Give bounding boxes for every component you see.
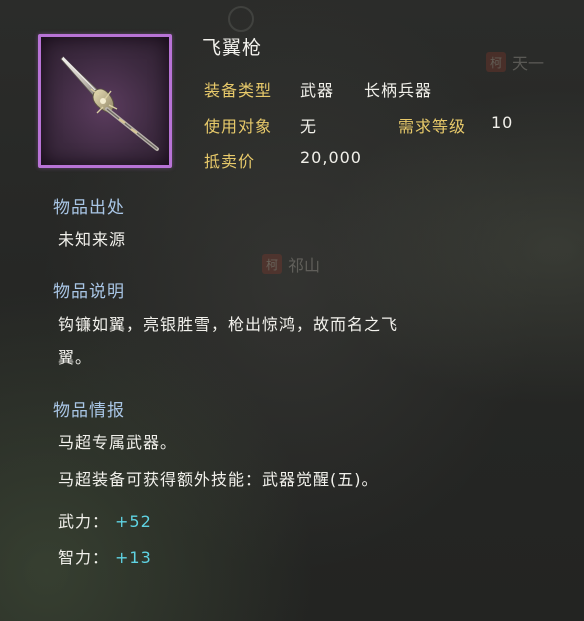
description-line-2: 翼。	[58, 348, 93, 367]
equip-type-label: 装备类型	[204, 81, 273, 100]
item-name: 飞翼枪	[202, 37, 263, 59]
price-label: 抵卖价	[204, 152, 256, 171]
description-title: 物品说明	[53, 282, 125, 302]
level-label: 需求等级	[398, 117, 467, 136]
stat-value: +52	[115, 512, 152, 531]
stat-row-force: 武力： +52	[58, 508, 152, 532]
map-marker-tianyi: 柯 天一	[486, 50, 544, 74]
origin-title: 物品出处	[53, 198, 125, 218]
stat-row-intelligence: 智力： +13	[58, 544, 152, 568]
info-line-2: 马超装备可获得额外技能：武器觉醒(五)。	[58, 470, 379, 489]
item-icon-frame	[38, 34, 172, 168]
info-line-1: 马超专属武器。	[58, 433, 178, 452]
map-seal-icon: 柯	[262, 254, 282, 274]
origin-text: 未知来源	[58, 230, 127, 249]
spear-icon	[60, 56, 159, 151]
user-label: 使用对象	[204, 117, 273, 136]
stat-label: 武力：	[58, 512, 110, 531]
map-marker-label: 天一	[512, 54, 545, 73]
user-value: 无	[300, 117, 318, 136]
map-marker-label: 祁山	[288, 256, 321, 275]
info-title: 物品情报	[53, 401, 125, 421]
price-value: 20,000	[300, 148, 362, 167]
stat-value: +13	[115, 548, 152, 567]
map-marker-qishan: 柯 祁山	[262, 252, 320, 276]
background-emblem	[228, 6, 254, 32]
stat-label: 智力：	[58, 548, 110, 567]
level-value: 10	[491, 113, 514, 132]
description-line-1: 钩镰如翼，亮银胜雪，枪出惊鸿，故而名之飞	[58, 315, 399, 334]
equip-type-value: 武器	[300, 81, 335, 100]
equip-subtype-value: 长柄兵器	[364, 81, 433, 100]
map-seal-icon: 柯	[486, 52, 506, 72]
